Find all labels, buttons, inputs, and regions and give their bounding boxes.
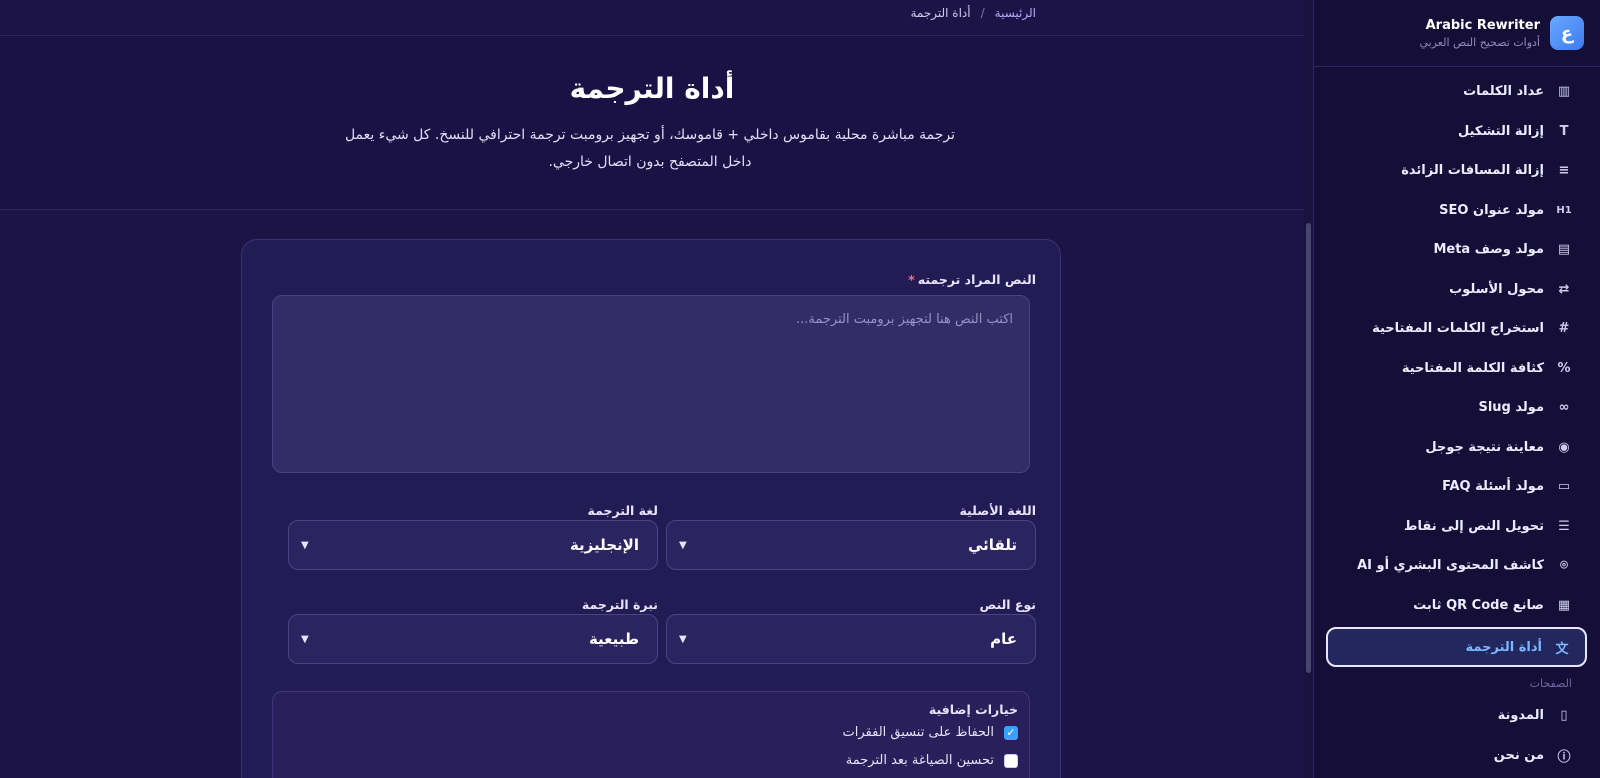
sidebar-item-ai-detector[interactable]: ⌾ كاشف المحتوى البشري أو AI	[1314, 546, 1600, 586]
sidebar-item-label: استخراج الكلمات المفتاحية	[1372, 321, 1544, 337]
translate-icon: 文	[1555, 641, 1569, 657]
sidebar-item-remove-spaces[interactable]: ≡ إزالة المسافات الزائدة	[1314, 151, 1600, 191]
sidebar-item-label: معاينة نتيجة جوجل	[1425, 439, 1544, 455]
checkbox-unchecked[interactable]	[1004, 753, 1018, 768]
page-description: ترجمة مباشرة محلية بقاموس داخلي + قاموسك…	[344, 127, 956, 170]
sidebar-item-label: كثافة الكلمة المفتاحية	[1401, 360, 1544, 376]
sidebar-item-label: المدونة	[1497, 708, 1544, 724]
sidebar-item-word-counter[interactable]: ▥ عداد الكلمات	[1314, 72, 1600, 112]
lines-icon: ≡	[1558, 163, 1570, 179]
sidebar-item-label: أداة الترجمة	[1465, 639, 1542, 655]
sidebar-nav: ▥ عداد الكلمات T إزالة التشكيل ≡ إزالة ا…	[1314, 67, 1600, 775]
sidebar-item-faq[interactable]: ▭ مولد أسئلة FAQ	[1314, 467, 1600, 507]
file-icon: ▤	[1557, 242, 1571, 258]
main-content: الرئيسية / أداة الترجمة أداة الترجمة ترج…	[0, 0, 1312, 778]
sidebar-item-meta-description[interactable]: ▤ مولد وصف Meta	[1314, 230, 1600, 270]
target-language-value: الإنجليزية	[569, 536, 639, 554]
sidebar-item-label: إزالة المسافات الزائدة	[1401, 163, 1544, 179]
brand-logo-icon: ع	[1550, 16, 1584, 50]
option-label: الحفاظ على تنسيق الفقرات	[842, 725, 994, 740]
source-language-label: اللغة الأصلية	[959, 503, 1036, 518]
sidebar-item-seo-title[interactable]: H1 مولد عنوان SEO	[1314, 191, 1600, 231]
source-language-select[interactable]: تلقائي ▼	[666, 520, 1036, 570]
sidebar-item-label: مولد وصف Meta	[1433, 242, 1544, 258]
info-icon: ⓘ	[1557, 749, 1571, 765]
eye-icon: ◉	[1558, 439, 1570, 455]
tone-label: نبرة الترجمة	[581, 597, 658, 612]
link-icon: ∞	[1558, 400, 1570, 416]
breadcrumb-separator: /	[980, 6, 985, 20]
sidebar-item-style-converter[interactable]: ⇄ محول الأسلوب	[1314, 270, 1600, 310]
sidebar: ع Arabic Rewriter أدوات تصحيح النص العرب…	[1313, 0, 1600, 778]
option-keep-paragraphs[interactable]: ✓ الحفاظ على تنسيق الفقرات	[843, 725, 1018, 740]
sidebar-item-label: مولد أسئلة FAQ	[1442, 479, 1544, 495]
source-language-value: تلقائي	[968, 536, 1017, 554]
book-icon: ▯	[1560, 708, 1568, 724]
brand-header[interactable]: ع Arabic Rewriter أدوات تصحيح النص العرب…	[1314, 0, 1600, 67]
sidebar-item-slug[interactable]: ∞ مولد Slug	[1314, 388, 1600, 428]
message-icon: ▭	[1557, 479, 1571, 495]
text-type-select[interactable]: عام ▼	[666, 614, 1036, 664]
text-label: النص المراد ترجمته*	[908, 272, 1036, 287]
brand-text: Arabic Rewriter أدوات تصحيح النص العربي	[1419, 18, 1540, 49]
chevron-down-icon: ▼	[301, 539, 309, 551]
main-scrollbar[interactable]	[1304, 0, 1312, 778]
sidebar-item-keyword-extract[interactable]: # استخراج الكلمات المفتاحية	[1314, 309, 1600, 349]
type-icon: T	[1559, 123, 1569, 139]
sidebar-item-label: كاشف المحتوى البشري أو AI	[1357, 558, 1544, 574]
bar-chart-icon: ▥	[1557, 84, 1571, 100]
sidebar-item-label: مولد Slug	[1478, 400, 1544, 416]
chevron-down-icon: ▼	[679, 633, 687, 645]
list-icon: ☰	[1558, 518, 1570, 534]
heading-icon: H1	[1556, 204, 1572, 216]
hero-section: أداة الترجمة ترجمة مباشرة محلية بقاموس د…	[0, 35, 1304, 210]
sidebar-item-translation[interactable]: 文 أداة الترجمة	[1326, 627, 1587, 667]
option-improve-wording[interactable]: تحسين الصياغة بعد الترجمة	[846, 753, 1018, 768]
text-type-value: عام	[990, 630, 1017, 648]
target-language-select[interactable]: الإنجليزية ▼	[288, 520, 658, 570]
breadcrumb-current: أداة الترجمة	[910, 6, 971, 20]
sidebar-item-label: عداد الكلمات	[1463, 84, 1544, 100]
sidebar-item-google-preview[interactable]: ◉ معاينة نتيجة جوجل	[1314, 428, 1600, 468]
sidebar-item-qr-code[interactable]: ▦ صانع QR Code ثابت	[1314, 586, 1600, 626]
percent-icon: %	[1557, 360, 1571, 376]
checkbox-checked[interactable]: ✓	[1004, 725, 1018, 740]
sidebar-item-label: محول الأسلوب	[1449, 281, 1544, 297]
source-text-input[interactable]	[272, 295, 1030, 473]
tone-select[interactable]: طبيعية ▼	[288, 614, 658, 664]
breadcrumb: الرئيسية / أداة الترجمة	[910, 6, 1036, 20]
sidebar-section-pages: الصفحات	[1529, 677, 1572, 690]
extra-options-label: خيارات إضافية	[928, 702, 1018, 717]
sidebar-item-label: تحويل النص إلى نقاط	[1404, 518, 1544, 534]
sidebar-item-label: من نحن	[1493, 747, 1544, 763]
sidebar-item-label: صانع QR Code ثابت	[1413, 597, 1544, 613]
repeat-icon: ⇄	[1558, 281, 1570, 297]
brand-title: Arabic Rewriter	[1425, 17, 1540, 33]
tone-value: طبيعية	[588, 630, 639, 648]
sidebar-item-label: مولد عنوان SEO	[1439, 202, 1544, 218]
scrollbar-thumb[interactable]	[1306, 223, 1311, 673]
required-mark: *	[908, 272, 915, 287]
sidebar-item-remove-diacritics[interactable]: T إزالة التشكيل	[1314, 112, 1600, 152]
option-label: تحسين الصياغة بعد الترجمة	[845, 753, 994, 768]
text-type-label: نوع النص	[979, 597, 1036, 612]
sidebar-item-label: إزالة التشكيل	[1457, 123, 1544, 139]
sidebar-item-bullets[interactable]: ☰ تحويل النص إلى نقاط	[1314, 507, 1600, 547]
sidebar-item-about[interactable]: ⓘ من نحن	[1314, 736, 1600, 776]
sidebar-item-keyword-density[interactable]: % كثافة الكلمة المفتاحية	[1314, 349, 1600, 389]
brand-subtitle: أدوات تصحيح النص العربي	[1419, 35, 1540, 49]
target-language-label: لغة الترجمة	[587, 503, 658, 518]
sidebar-item-blog[interactable]: ▯ المدونة	[1314, 696, 1600, 736]
qr-icon: ▦	[1557, 597, 1571, 613]
chevron-down-icon: ▼	[679, 539, 687, 551]
scan-icon: ⌾	[1560, 558, 1568, 574]
page-title: أداة الترجمة	[569, 72, 735, 105]
hash-icon: #	[1558, 321, 1570, 337]
chevron-down-icon: ▼	[301, 633, 309, 645]
breadcrumb-home-link[interactable]: الرئيسية	[995, 6, 1036, 20]
